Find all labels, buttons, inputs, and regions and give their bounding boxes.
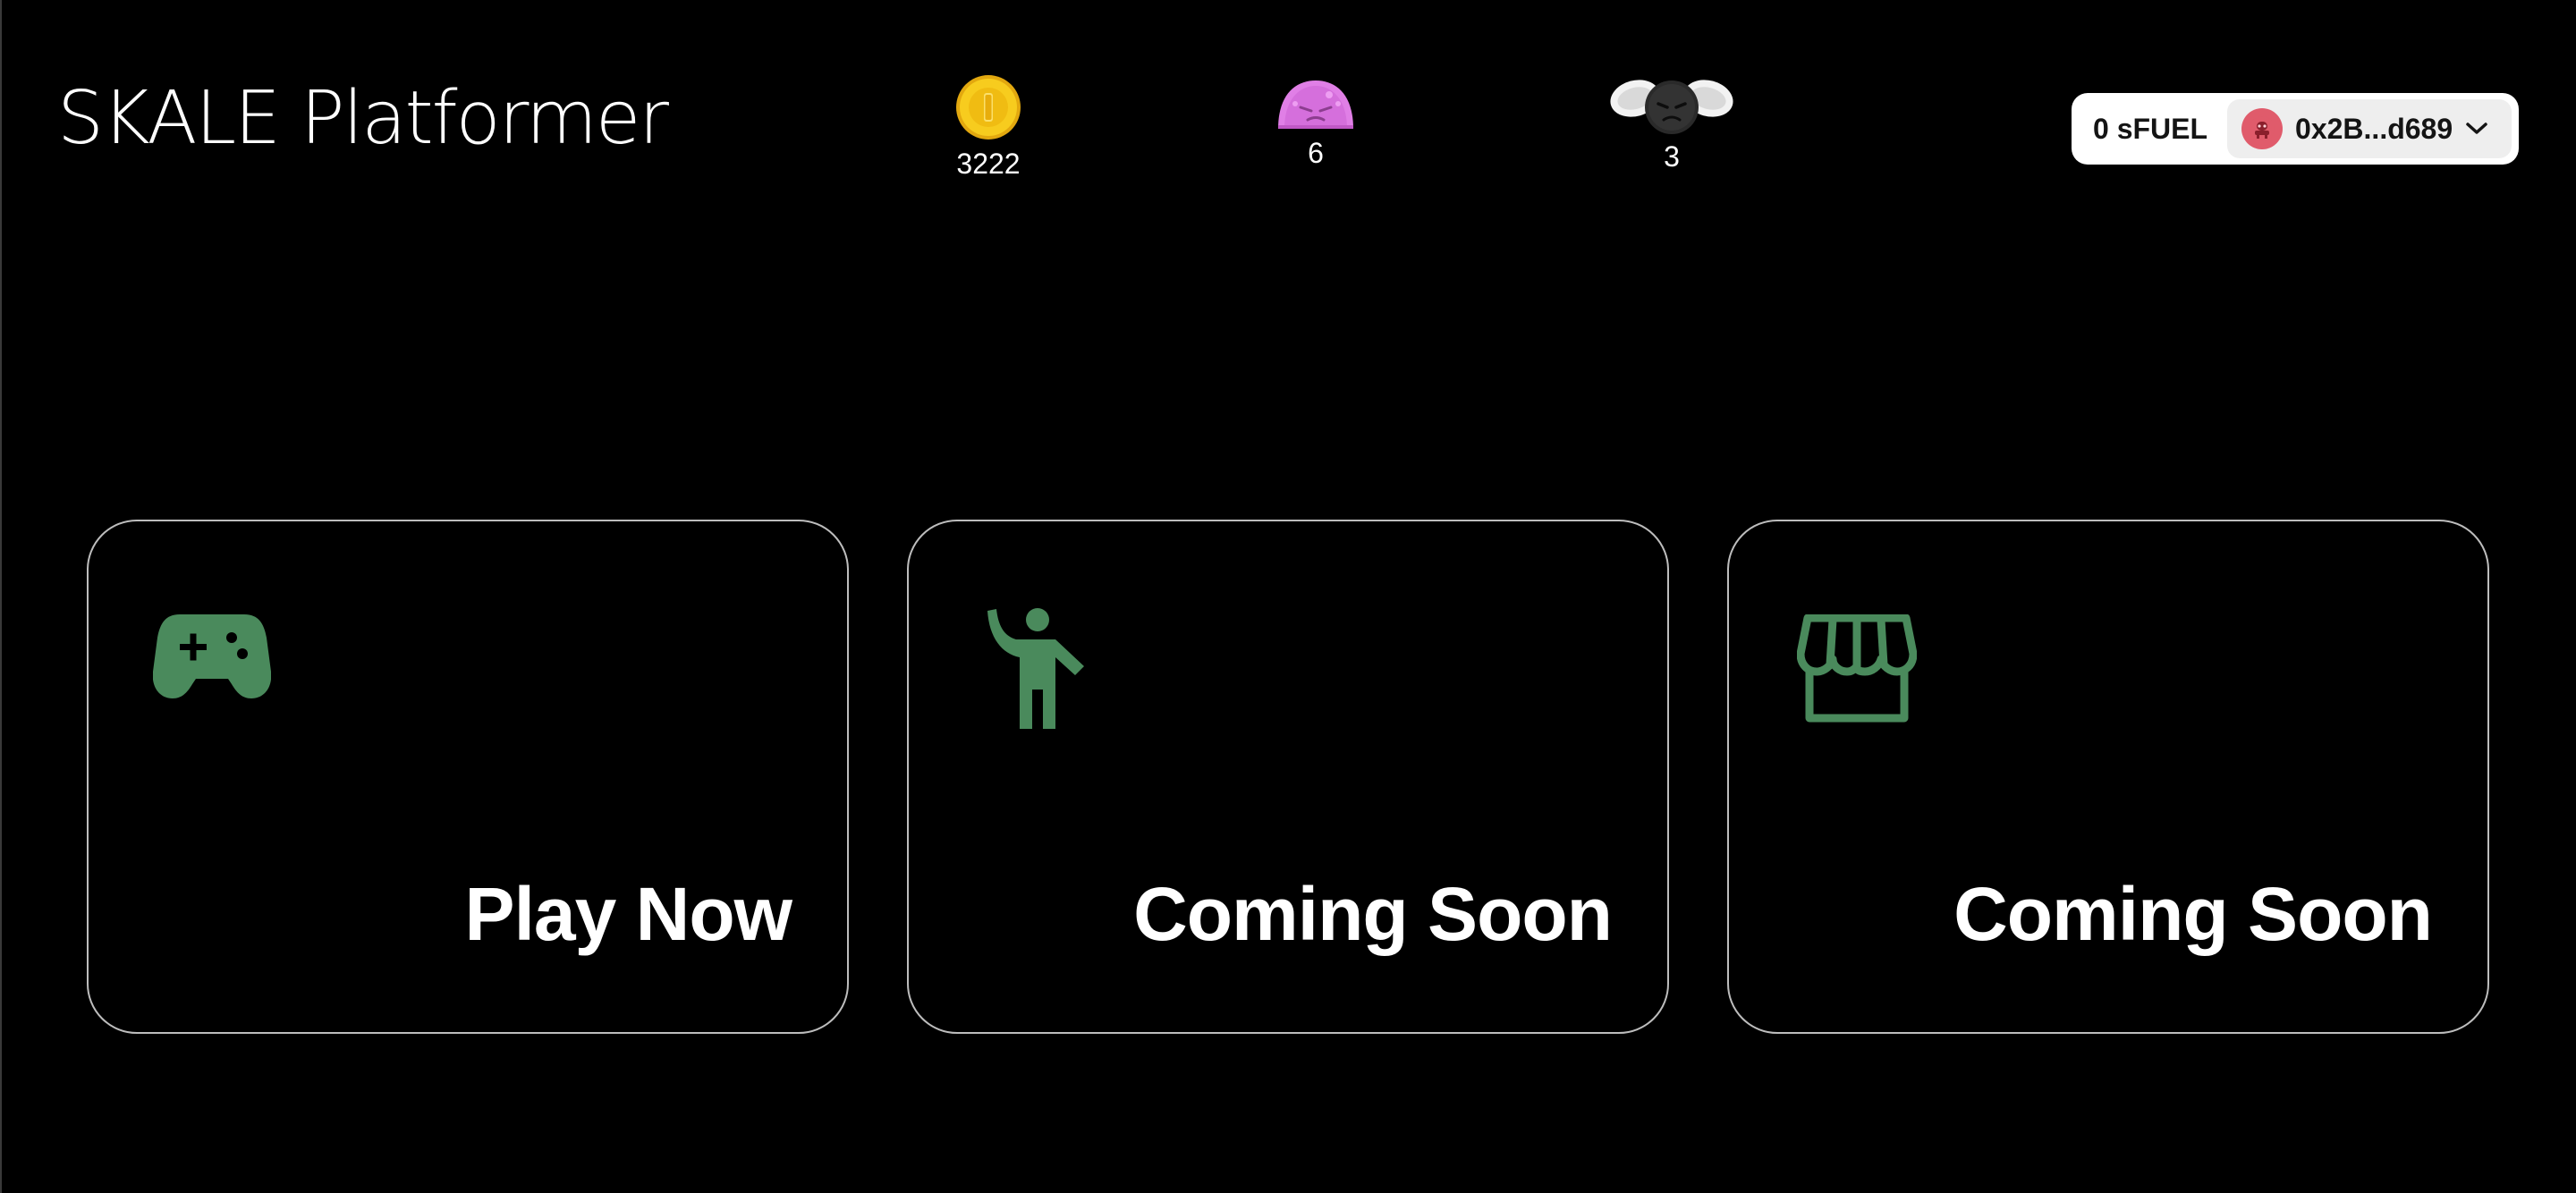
slimes-stat: 6 (1226, 77, 1405, 167)
slime-enemy-icon (1275, 77, 1356, 135)
waving-person-icon (987, 607, 1088, 737)
play-now-card[interactable]: Play Now (87, 520, 849, 1034)
gamepad-icon (152, 611, 272, 705)
coins-stat: 3222 (899, 73, 1078, 178)
account-avatar-icon (2241, 108, 2284, 149)
wallet-address: 0x2B...d689 (2295, 112, 2453, 145)
sfuel-balance: 0 sFUEL (2093, 112, 2208, 145)
flies-count: 3 (1664, 140, 1680, 173)
coming-soon-card-2[interactable]: Coming Soon (1727, 520, 2489, 1034)
account-button[interactable]: 0x2B...d689 (2227, 99, 2512, 158)
fly-enemy-icon (1608, 72, 1735, 139)
play-now-label: Play Now (464, 872, 792, 956)
wallet-widget[interactable]: 0 sFUEL 0x2B...d689 (2072, 93, 2519, 165)
coins-count: 3222 (956, 148, 1021, 180)
coming-soon-card-1[interactable]: Coming Soon (907, 520, 1669, 1034)
slimes-count: 6 (1308, 137, 1324, 169)
app-page: SKALE Platformer 3222 6 3 0 sFUEL 0x2B..… (0, 0, 2576, 1193)
app-title: SKALE Platformer (57, 76, 669, 161)
coming-soon-label-2: Coming Soon (1953, 872, 2433, 956)
coin-icon (954, 73, 1022, 146)
chevron-down-icon (2465, 122, 2488, 136)
coming-soon-label-1: Coming Soon (1133, 872, 1613, 956)
storefront-icon (1796, 613, 1918, 728)
flies-stat: 3 (1582, 72, 1761, 171)
